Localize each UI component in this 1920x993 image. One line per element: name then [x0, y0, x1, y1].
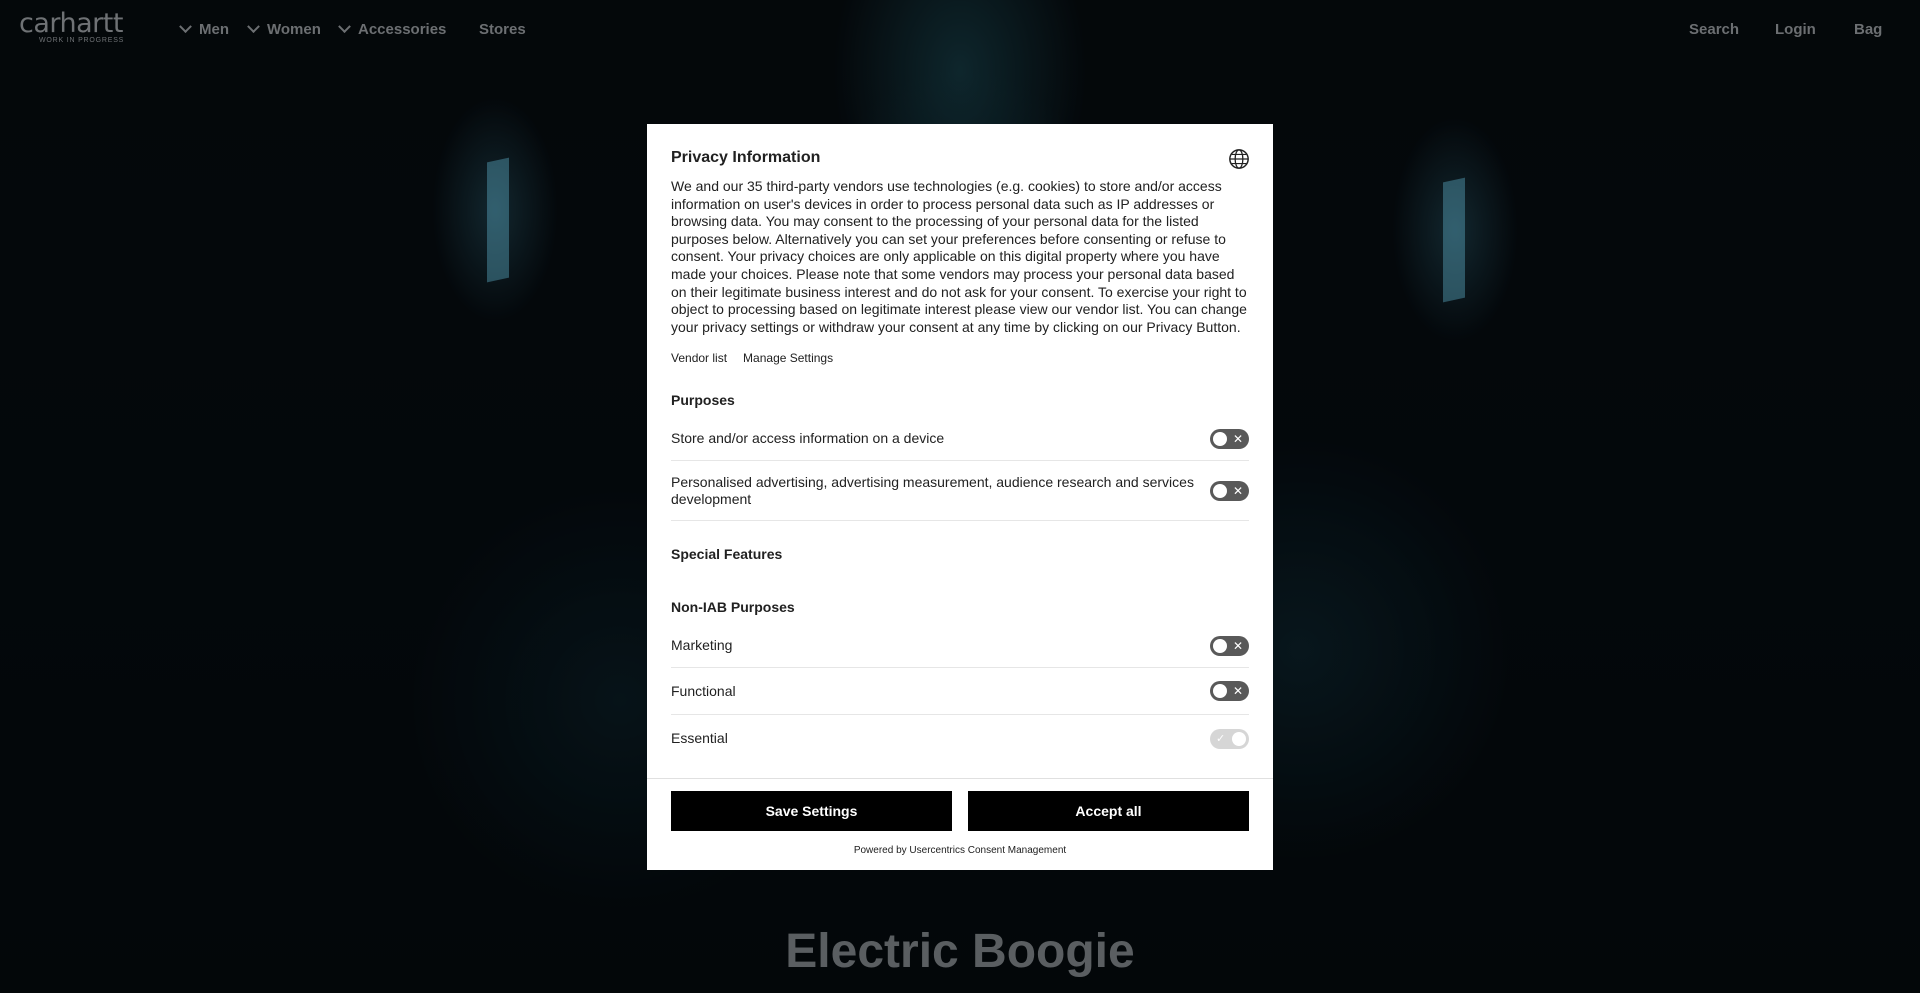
hero-light-streak — [1443, 177, 1465, 303]
bag-label: Bag — [1854, 21, 1883, 38]
essential-toggle: ✓ — [1210, 728, 1249, 749]
purpose-toggle[interactable]: ✕ — [1210, 480, 1249, 501]
consent-scroll-area[interactable]: Privacy Information We and our 35 third-… — [647, 124, 1273, 778]
nav-item-men[interactable]: Men — [179, 20, 229, 38]
top-navigation: carhartt WORK IN PROGRESS Men Women Acce… — [0, 0, 1920, 58]
manage-settings-link[interactable]: Manage Settings — [743, 351, 833, 365]
hero-title: Electric Boogie — [785, 925, 1135, 978]
non-iab-row-marketing: Marketing ✕ — [671, 624, 1249, 669]
search-link[interactable]: Search — [1689, 21, 1739, 38]
search-label: Search — [1689, 21, 1740, 38]
close-icon: ✕ — [1232, 684, 1243, 699]
save-settings-button[interactable]: Save Settings — [671, 791, 952, 831]
nav-item-women[interactable]: Women — [247, 20, 321, 38]
brand-logo[interactable]: carhartt WORK IN PROGRESS — [19, 8, 125, 44]
purpose-row: Store and/or access information on a dev… — [671, 417, 1249, 462]
nav-item-label: Men — [199, 21, 229, 38]
close-icon: ✕ — [1232, 431, 1243, 446]
chevron-down-icon — [247, 20, 260, 34]
privacy-consent-dialog: Privacy Information We and our 35 third-… — [647, 124, 1273, 870]
nav-item-label: Accessories — [358, 21, 447, 38]
accept-all-button[interactable]: Accept all — [968, 791, 1249, 831]
close-icon: ✕ — [1232, 483, 1243, 498]
toggle-knob — [1213, 638, 1227, 653]
toggle-knob — [1213, 483, 1227, 498]
functional-toggle[interactable]: ✕ — [1210, 681, 1249, 702]
logo-wordmark: carhartt — [19, 8, 123, 39]
non-iab-row-functional: Functional ✕ — [671, 668, 1249, 716]
purpose-label: Personalised advertising, advertising me… — [671, 473, 1194, 507]
dialog-title: Privacy Information — [671, 149, 821, 166]
consent-links: Vendor list Manage Settings — [671, 351, 1249, 365]
toggle-knob — [1213, 431, 1227, 446]
marketing-toggle[interactable]: ✕ — [1210, 635, 1249, 656]
nav-item-accessories[interactable]: Accessories — [338, 20, 447, 38]
check-icon: ✓ — [1216, 732, 1226, 745]
bag-link[interactable]: Bag — [1854, 21, 1882, 38]
chevron-down-icon — [179, 20, 192, 34]
chevron-down-icon — [338, 20, 351, 34]
powered-by-text: Powered by Usercentrics Consent Manageme… — [853, 845, 1067, 856]
special-features-heading: Special Features — [671, 546, 783, 563]
purpose-label: Functional — [671, 682, 736, 699]
toggle-knob — [1213, 684, 1227, 699]
nav-item-label: Women — [267, 21, 321, 38]
close-icon: ✕ — [1232, 638, 1243, 653]
purpose-row: Personalised advertising, advertising me… — [671, 461, 1249, 522]
nav-item-label: Stores — [479, 21, 526, 38]
consent-description: We and our 35 third-party vendors use te… — [671, 178, 1247, 335]
purpose-label: Essential — [671, 730, 728, 747]
dialog-footer: Save Settings Accept all Powered by User… — [647, 778, 1273, 870]
purpose-label: Store and/or access information on a dev… — [671, 430, 945, 447]
login-label: Login — [1775, 21, 1816, 38]
purpose-toggle[interactable]: ✕ — [1210, 428, 1249, 449]
purposes-heading: Purposes — [671, 392, 735, 409]
login-link[interactable]: Login — [1775, 21, 1816, 38]
hero-light-streak — [487, 157, 509, 283]
language-globe-icon[interactable] — [1228, 148, 1250, 170]
nav-item-stores[interactable]: Stores — [479, 21, 526, 38]
non-iab-purposes-heading: Non-IAB Purposes — [671, 599, 795, 616]
non-iab-row-essential: Essential ✓ — [671, 715, 1249, 762]
purpose-label: Marketing — [671, 637, 733, 654]
vendor-list-link[interactable]: Vendor list — [671, 351, 727, 365]
logo-tagline: WORK IN PROGRESS — [39, 37, 125, 44]
toggle-knob — [1232, 731, 1246, 746]
